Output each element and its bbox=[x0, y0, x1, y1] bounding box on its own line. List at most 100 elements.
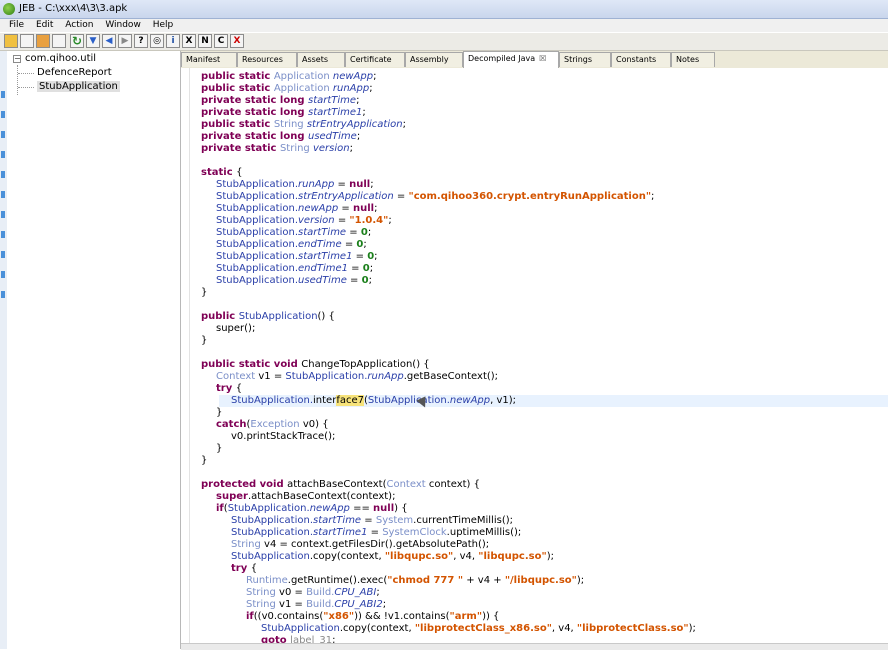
tab-manifest[interactable]: Manifest bbox=[181, 52, 237, 67]
code-line[interactable]: String v4 = context.getFilesDir().getAbs… bbox=[231, 539, 489, 551]
code-line[interactable]: public StubApplication() { bbox=[201, 311, 335, 323]
tree-item-stubapplication[interactable]: StubApplication bbox=[37, 81, 120, 92]
code-token: v1 = bbox=[279, 599, 307, 610]
code-token: } bbox=[216, 407, 223, 418]
code-line[interactable]: } bbox=[201, 335, 207, 347]
menu-action[interactable]: Action bbox=[65, 20, 93, 30]
forward-arrow-icon[interactable]: ▶ bbox=[118, 34, 132, 48]
toolbar-c-button[interactable]: C bbox=[214, 34, 228, 48]
editor-gutter bbox=[181, 68, 190, 649]
tab-assembly[interactable]: Assembly bbox=[405, 52, 463, 67]
package-tree: − com.qihoo.util DefenceReport StubAppli… bbox=[7, 51, 181, 649]
code-line[interactable]: StubApplication.endTime1 = 0; bbox=[216, 263, 373, 275]
toolbar: ↻ ▼ ◀ ▶ ? ◎ i X N C X bbox=[0, 33, 888, 51]
code-line[interactable]: public static void ChangeTopApplication(… bbox=[201, 359, 430, 371]
save-icon[interactable] bbox=[20, 34, 34, 48]
tab-certificate[interactable]: Certificate bbox=[345, 52, 405, 67]
info-icon[interactable]: i bbox=[166, 34, 180, 48]
toolbar-n-button[interactable]: N bbox=[198, 34, 212, 48]
refresh-icon[interactable]: ↻ bbox=[70, 34, 84, 48]
code-line[interactable]: private static long usedTime; bbox=[201, 131, 360, 143]
tree-connector bbox=[18, 73, 34, 74]
code-token: v0 = bbox=[279, 587, 307, 598]
code-token: ; bbox=[374, 203, 378, 214]
tab-resources[interactable]: Resources bbox=[237, 52, 297, 67]
code-line[interactable]: StubApplication.newApp = null; bbox=[216, 203, 377, 215]
menu-help[interactable]: Help bbox=[153, 20, 174, 30]
menu-file[interactable]: File bbox=[9, 20, 24, 30]
code-line[interactable]: static { bbox=[201, 167, 242, 179]
code-token: public static bbox=[201, 83, 274, 94]
tab-constants[interactable]: Constants bbox=[611, 52, 671, 67]
code-line[interactable]: try { bbox=[231, 563, 257, 575]
code-line[interactable]: StubApplication.strEntryApplication = "c… bbox=[216, 191, 654, 203]
code-line[interactable]: String v1 = Build.CPU_ABI2; bbox=[246, 599, 386, 611]
code-line[interactable]: } bbox=[201, 287, 207, 299]
tab-notes[interactable]: Notes bbox=[671, 52, 715, 67]
code-line[interactable]: StubApplication.startTime = System.curre… bbox=[231, 515, 513, 527]
code-token: StubApplication. bbox=[216, 251, 299, 262]
code-line[interactable]: public static String strEntryApplication… bbox=[201, 119, 406, 131]
code-line[interactable]: } bbox=[216, 407, 222, 419]
tool-icon[interactable] bbox=[36, 34, 50, 48]
code-line[interactable]: public static Application newApp; bbox=[201, 71, 380, 83]
code-token: Exception bbox=[250, 419, 303, 430]
code-token: .attachBaseContext(context); bbox=[247, 491, 396, 502]
code-line[interactable]: String v0 = Build.CPU_ABI; bbox=[246, 587, 380, 599]
code-line[interactable]: StubApplication.endTime = 0; bbox=[216, 239, 367, 251]
help-icon[interactable]: ? bbox=[134, 34, 148, 48]
code-line[interactable]: if((v0.contains("x86")) && !v1.contains(… bbox=[246, 611, 499, 623]
code-line[interactable]: v0.printStackTrace(); bbox=[231, 431, 335, 443]
code-line[interactable]: public static Application runApp; bbox=[201, 83, 373, 95]
strip-mark bbox=[1, 131, 5, 138]
code-line[interactable]: try { bbox=[216, 383, 242, 395]
code-token: newApp bbox=[449, 395, 491, 406]
collapse-icon[interactable]: − bbox=[13, 55, 21, 63]
code-line[interactable]: StubApplication.startTime = 0; bbox=[216, 227, 371, 239]
code-token: newApp bbox=[309, 503, 350, 514]
code-token: = bbox=[352, 251, 368, 262]
code-line[interactable]: Runtime.getRuntime().exec("chmod 777 " +… bbox=[246, 575, 584, 587]
tree-item-defencereport[interactable]: DefenceReport bbox=[37, 67, 112, 78]
strip-mark bbox=[1, 271, 5, 278]
grid-icon[interactable] bbox=[52, 34, 66, 48]
code-line[interactable]: super(); bbox=[216, 323, 255, 335]
code-token: StubApplication bbox=[238, 311, 318, 322]
code-line[interactable]: private static String version; bbox=[201, 143, 353, 155]
back-arrow-icon[interactable]: ◀ bbox=[102, 34, 116, 48]
code-line[interactable]: StubApplication.version = "1.0.4"; bbox=[216, 215, 392, 227]
code-token: "/libqupc.so" bbox=[504, 575, 577, 586]
code-token: public static bbox=[201, 71, 274, 82]
code-line[interactable]: StubApplication.usedTime = 0; bbox=[216, 275, 372, 287]
code-line[interactable]: Context v1 = StubApplication.runApp.getB… bbox=[216, 371, 498, 383]
code-line[interactable]: private static long startTime; bbox=[201, 95, 359, 107]
tree-item-com-qihoo-util[interactable]: com.qihoo.util bbox=[25, 53, 96, 64]
code-line[interactable]: StubApplication.runApp = null; bbox=[216, 179, 374, 191]
tab-decompiled-java[interactable]: Decompiled Java ☒ bbox=[463, 51, 559, 69]
target-icon[interactable]: ◎ bbox=[150, 34, 164, 48]
code-line[interactable]: StubApplication.copy(context, "libprotec… bbox=[261, 623, 696, 635]
code-line[interactable]: } bbox=[216, 443, 222, 455]
open-folder-icon[interactable] bbox=[4, 34, 18, 48]
code-line[interactable]: if(StubApplication.newApp == null) { bbox=[216, 503, 408, 515]
toolbar-x-button[interactable]: X bbox=[182, 34, 196, 48]
tab-assets[interactable]: Assets bbox=[297, 52, 345, 67]
code-line[interactable]: protected void attachBaseContext(Context… bbox=[201, 479, 480, 491]
filter-down-icon[interactable]: ▼ bbox=[86, 34, 100, 48]
code-line[interactable]: catch(Exception v0) { bbox=[216, 419, 329, 431]
code-token: startTime bbox=[307, 95, 357, 106]
window-title: JEB - C:\xxx\4\3\3.apk bbox=[19, 3, 128, 14]
code-line[interactable]: StubApplication.interface7(StubApplicati… bbox=[219, 395, 888, 407]
menu-edit[interactable]: Edit bbox=[36, 20, 53, 30]
code-line[interactable]: } bbox=[201, 455, 207, 467]
toolbar-close-button[interactable]: X bbox=[230, 34, 244, 48]
close-tab-icon[interactable]: ☒ bbox=[539, 54, 546, 63]
code-editor[interactable]: public static Application newApp; public… bbox=[181, 68, 888, 649]
menu-window[interactable]: Window bbox=[105, 20, 141, 30]
code-line[interactable]: StubApplication.startTime1 = SystemClock… bbox=[231, 527, 521, 539]
code-line[interactable]: StubApplication.copy(context, "libqupc.s… bbox=[231, 551, 554, 563]
code-line[interactable]: private static long startTime1; bbox=[201, 107, 366, 119]
code-line[interactable]: StubApplication.startTime1 = 0; bbox=[216, 251, 378, 263]
code-line[interactable]: super.attachBaseContext(context); bbox=[216, 491, 395, 503]
tab-strings[interactable]: Strings bbox=[559, 52, 611, 67]
